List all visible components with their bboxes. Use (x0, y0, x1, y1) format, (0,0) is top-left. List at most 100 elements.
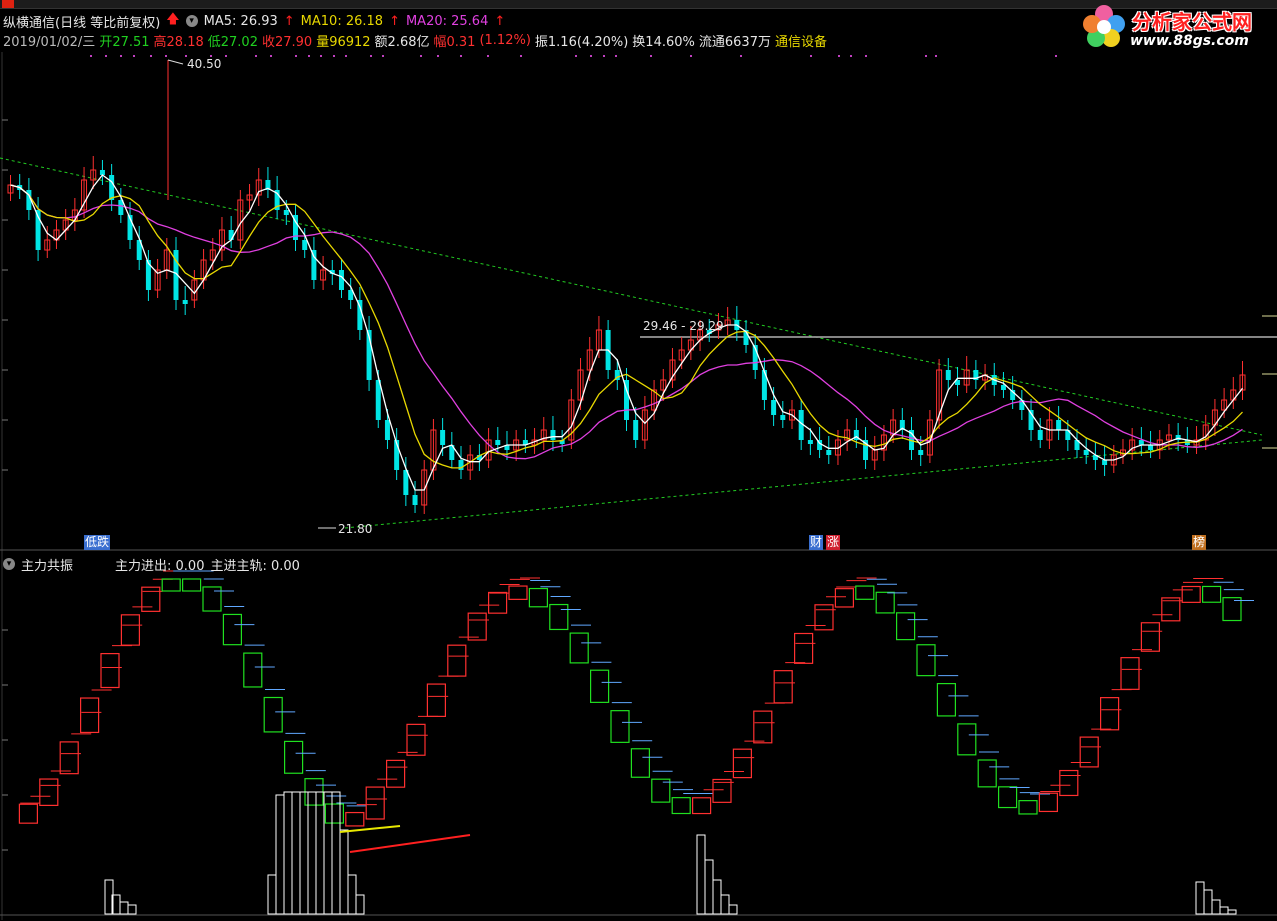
event-dot (810, 55, 812, 57)
resonance-box (243, 652, 263, 688)
resonance-box (1201, 585, 1222, 603)
volume-bar (299, 791, 309, 915)
resonance-box (1018, 800, 1038, 815)
volume-bar (347, 874, 357, 915)
sub-panel-resonance (18, 570, 1254, 915)
resonance-box (651, 778, 671, 803)
resonance-box (1059, 769, 1079, 797)
volume-bar (119, 901, 129, 915)
candle-body (440, 430, 446, 445)
event-dot (925, 55, 927, 57)
event-dot (225, 55, 227, 57)
range-label: 29.46 - 29.29 (643, 319, 724, 333)
resonance-box (426, 683, 446, 718)
resonance-box (957, 723, 977, 756)
resonance-box (1181, 585, 1201, 603)
chart-canvas[interactable] (0, 0, 1277, 921)
candle-body (495, 440, 501, 445)
event-marker-2b[interactable]: 涨 (826, 535, 841, 550)
sub-panel-name: 主力共振 (21, 558, 74, 574)
resonance-box (59, 741, 79, 775)
resonance-box (691, 797, 712, 815)
resonance-box (1038, 792, 1059, 813)
candle-body (1102, 460, 1108, 465)
resonance-box (1161, 597, 1181, 622)
ma5-line (10, 174, 1244, 491)
event-dot (865, 55, 867, 57)
resonance-box (324, 803, 344, 824)
candle-body (826, 450, 832, 455)
resonance-box (508, 585, 528, 600)
volume-bar (267, 874, 277, 915)
candle-body (1037, 430, 1043, 440)
volume-bar (1203, 889, 1213, 915)
event-marker-1[interactable]: 低跌 (84, 535, 111, 550)
event-dot (333, 55, 335, 57)
resonance-box (1120, 657, 1140, 690)
resonance-box (39, 778, 59, 806)
candle-body (338, 270, 344, 290)
event-dot (1055, 55, 1057, 57)
resonance-box (875, 591, 895, 614)
chevron-down-icon[interactable]: ▾ (3, 558, 15, 570)
event-marker-3[interactable]: 榜 (1192, 535, 1207, 550)
resonance-box (753, 710, 773, 744)
event-marker-2a[interactable]: 财 (809, 535, 824, 550)
event-dot (520, 55, 522, 57)
resonance-box (671, 797, 691, 815)
low-price-label: 21.80 (338, 522, 373, 536)
high-pointer (167, 59, 184, 65)
candle-body (945, 370, 951, 380)
event-dot (460, 55, 462, 57)
candle-body (357, 300, 363, 330)
high-price-label: 40.50 (187, 57, 222, 71)
resonance-box (1099, 697, 1120, 731)
resonance-box (406, 723, 426, 756)
candle-body (1083, 450, 1089, 455)
resonance-box (977, 759, 997, 788)
event-dot (615, 55, 617, 57)
candle-body (633, 420, 639, 440)
resonance-box (1222, 597, 1242, 622)
resonance-box (79, 697, 100, 734)
resonance-box (141, 586, 161, 612)
resonance-box (610, 710, 630, 743)
resonance-box (447, 644, 467, 677)
candlesticks (7, 60, 1246, 514)
resonance-box (100, 653, 120, 689)
resonance-box (834, 588, 855, 608)
resonance-box (814, 604, 834, 631)
volume-bar (331, 791, 341, 915)
resonance-box (18, 803, 38, 824)
candle-body (182, 300, 188, 304)
event-dot (320, 55, 322, 57)
candle-body (1148, 445, 1154, 450)
resonance-box (528, 587, 549, 608)
event-dot (90, 55, 92, 57)
volume-bar (291, 791, 301, 915)
resonance-box (732, 748, 753, 779)
candle-body (412, 495, 418, 505)
zljc-value: 主力进出: 0.00 (115, 558, 205, 574)
resonance-box (793, 632, 814, 664)
volume-bar (1195, 881, 1205, 915)
event-dot (740, 55, 742, 57)
candle-body (384, 420, 390, 440)
event-dot (382, 55, 384, 57)
volume-bar (1227, 909, 1237, 915)
resonance-box (997, 786, 1018, 809)
candle-body (807, 440, 813, 444)
resistance-trend-line (0, 157, 1263, 436)
event-dot (370, 55, 372, 57)
resonance-box (1140, 622, 1161, 652)
resonance-box (120, 614, 141, 646)
resonance-box (222, 613, 242, 646)
event-dot (345, 55, 347, 57)
volume-bar (127, 904, 137, 915)
volume-bar (315, 791, 325, 915)
volume-bar (275, 794, 285, 915)
candle-body (780, 415, 786, 420)
event-dot (165, 55, 167, 57)
event-dot (105, 55, 107, 57)
event-dot (295, 55, 297, 57)
